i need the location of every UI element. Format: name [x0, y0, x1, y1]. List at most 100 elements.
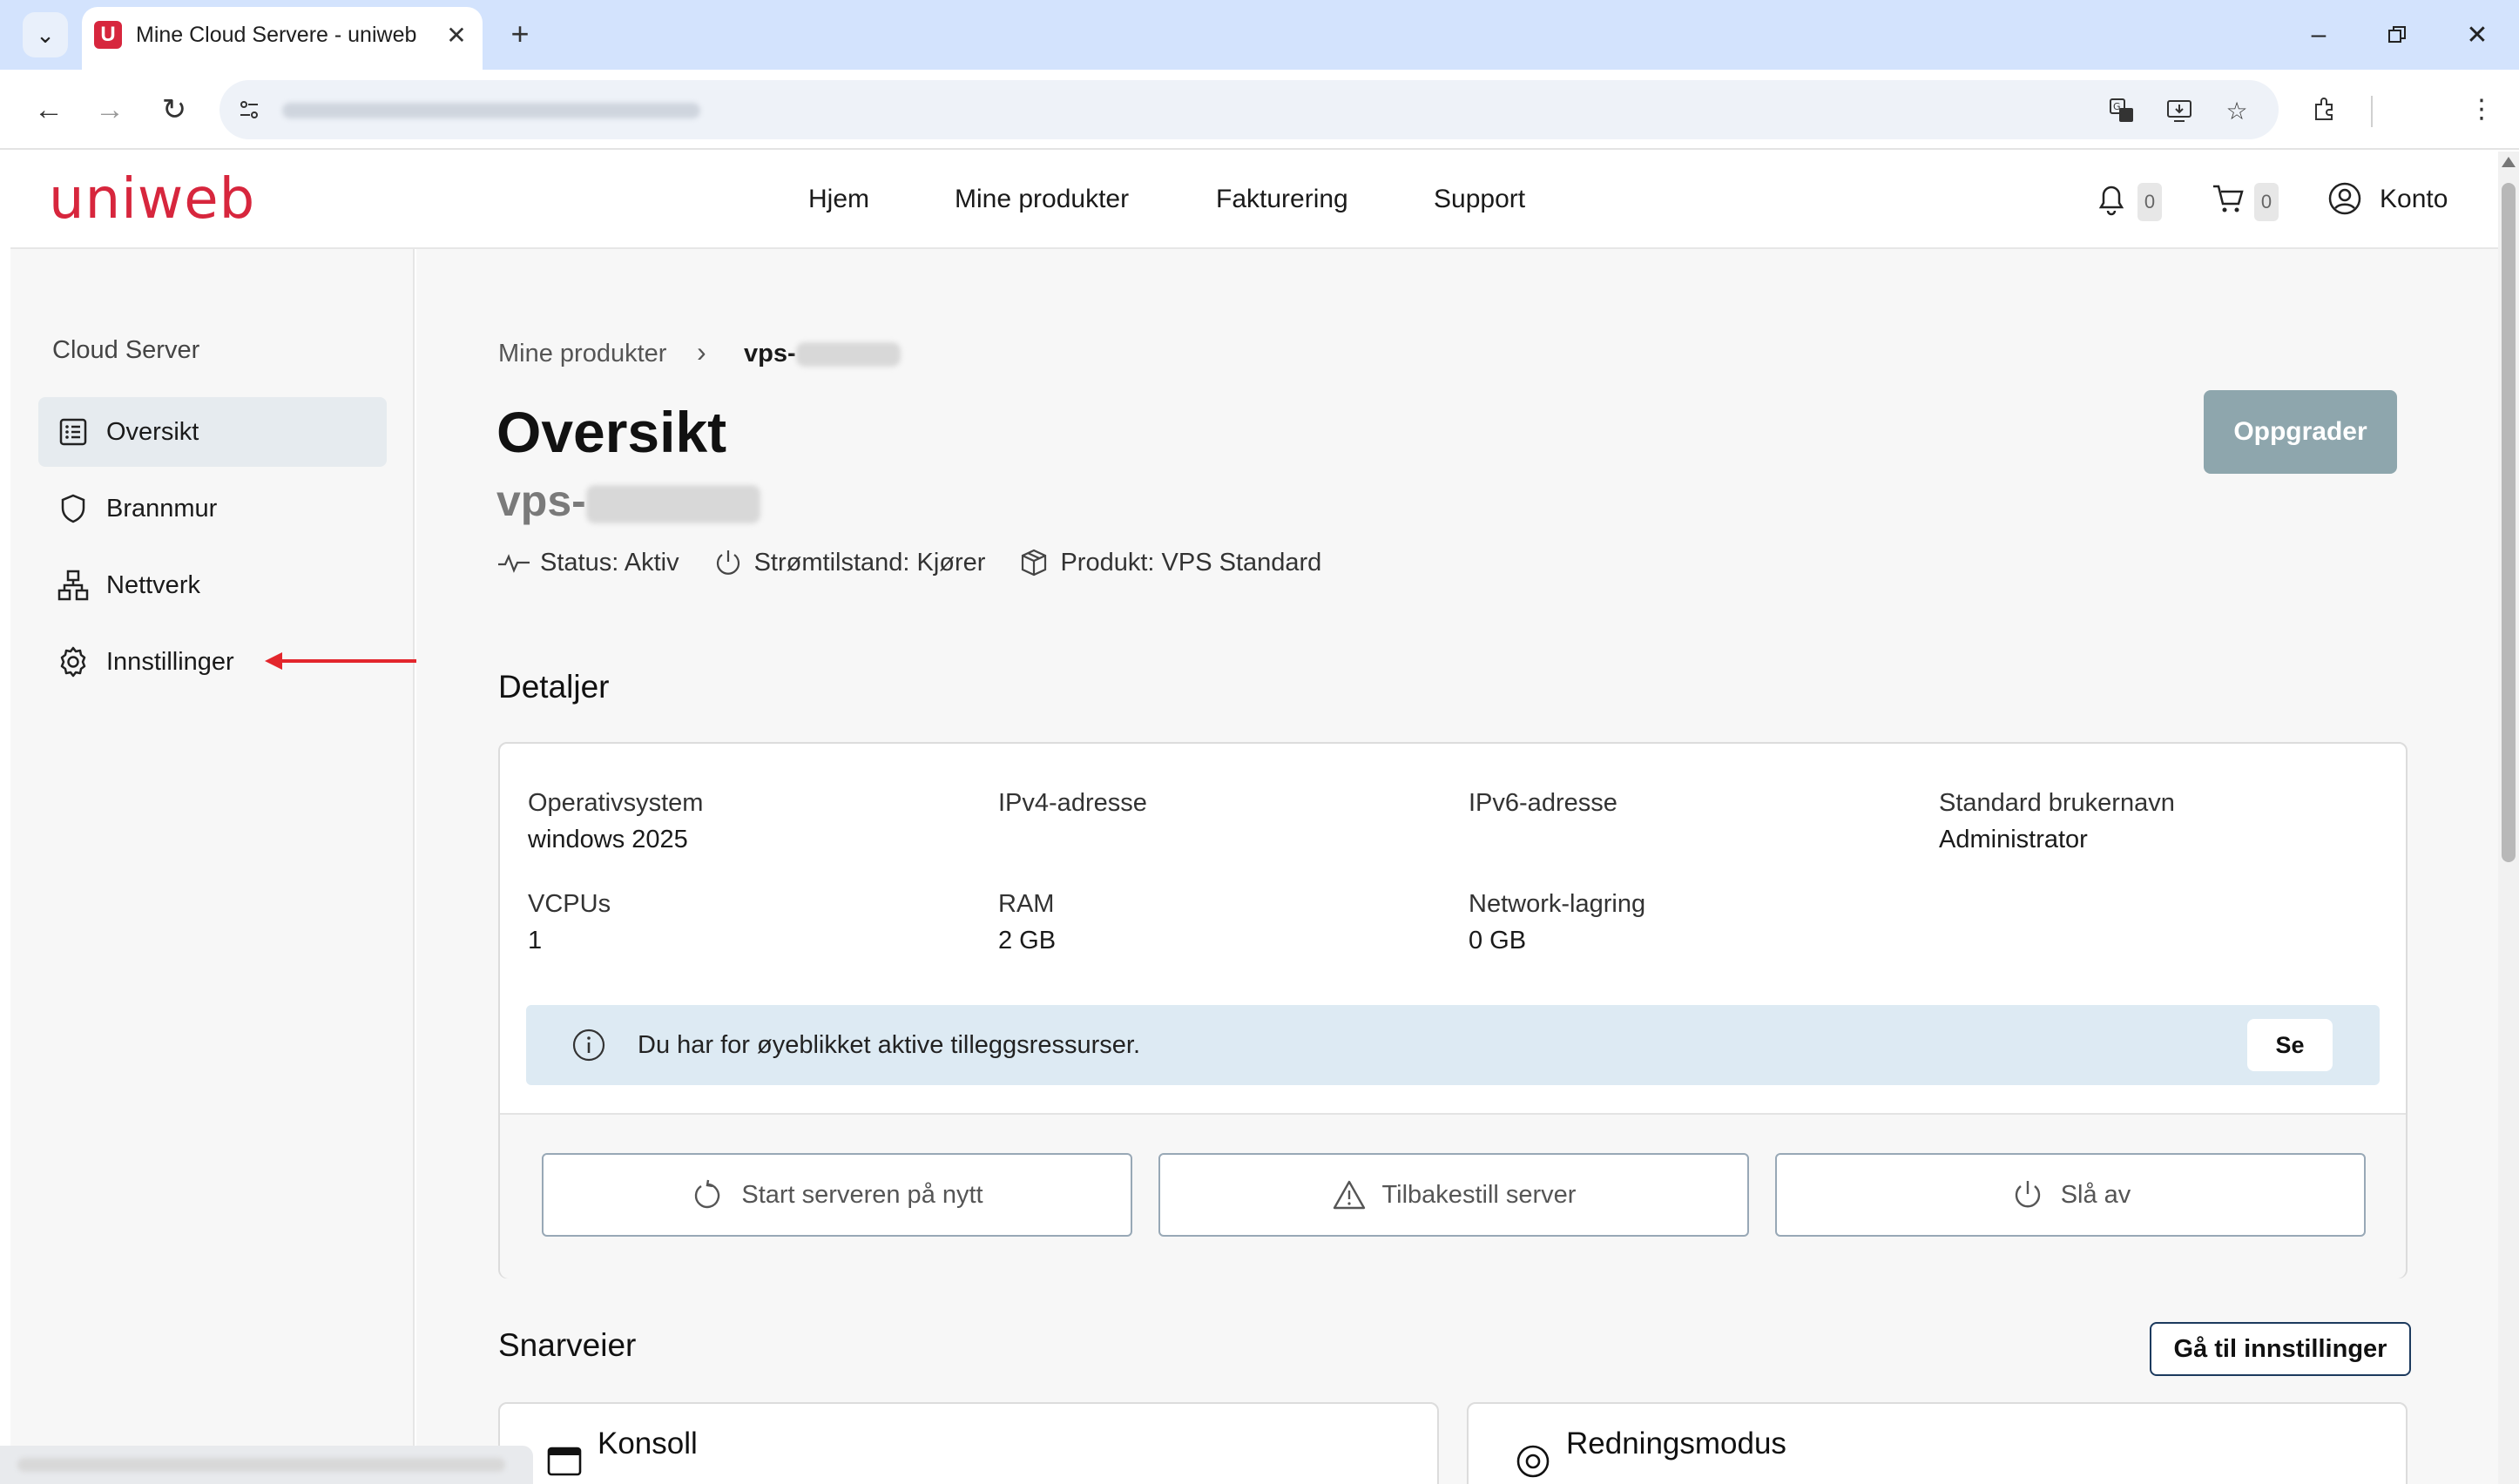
network-icon	[56, 568, 91, 603]
activity-pulse-icon	[496, 545, 531, 580]
status-row: Status: Aktiv Strømtilstand: Kjører Prod…	[496, 545, 1353, 580]
reload-icon[interactable]: ↻	[152, 87, 197, 132]
page-scrollbar[interactable]	[2498, 152, 2519, 1484]
user-circle-icon[interactable]	[2326, 179, 2364, 218]
sidebar-item-label: Oversikt	[106, 417, 199, 446]
shortcut-title: Redningsmodus	[1566, 1427, 1786, 1460]
scroll-thumb[interactable]	[2502, 183, 2516, 862]
extensions-icon[interactable]	[2305, 89, 2345, 129]
server-name-text: vps-	[496, 476, 586, 525]
view-addons-button[interactable]: Se	[2247, 1019, 2333, 1071]
info-banner: Du har for øyeblikket aktive tilleggsres…	[526, 1005, 2380, 1085]
field-value: 1	[528, 927, 543, 954]
sidebar-item-label: Brannmur	[106, 494, 218, 523]
status-text: Status: Aktiv	[540, 548, 679, 577]
field-label: IPv6-adresse	[1469, 789, 1617, 817]
shortcut-card-konsoll[interactable]: Konsoll	[498, 1402, 1439, 1484]
breadcrumb-chevron-icon: ›	[697, 336, 706, 368]
address-bar[interactable]: G ☆	[219, 80, 2279, 139]
new-tab-button[interactable]: +	[502, 16, 538, 52]
notification-count-badge: 0	[2137, 183, 2162, 221]
shortcuts-section-title: Snarveier	[498, 1327, 637, 1363]
browser-toolbar: ← → ↻ G ☆ ⋮	[0, 70, 2519, 150]
bookmark-star-icon[interactable]: ☆	[2219, 94, 2254, 127]
restart-server-label: Start serveren på nytt	[741, 1180, 983, 1209]
tab-search-icon[interactable]: ⌄	[23, 12, 68, 57]
go-to-settings-button[interactable]: Gå til innstillinger	[2150, 1322, 2411, 1376]
power-state-text: Strømtilstand: Kjører	[753, 548, 986, 577]
field-value: 0 GB	[1469, 927, 1527, 954]
breadcrumb-current: vps-	[744, 340, 901, 368]
power-state-item: Strømtilstand: Kjører	[711, 545, 986, 580]
shutdown-label: Slå av	[2060, 1180, 2131, 1209]
page-title: Oversikt	[496, 400, 727, 464]
field-label: VCPUs	[528, 890, 611, 918]
tab-strip: ⌄ U Mine Cloud Servere - uniweb ✕ + – ✕	[0, 0, 2519, 70]
nav-mine-produkter[interactable]: Mine produkter	[955, 185, 1129, 214]
shortcut-card-redningsmodus[interactable]: Redningsmodus	[1467, 1402, 2408, 1484]
field-label: Network-lagring	[1469, 890, 1646, 918]
account-link[interactable]: Konto	[2380, 185, 2448, 214]
sidebar-item-label: Innstillinger	[106, 647, 234, 676]
restart-server-button[interactable]: Start serveren på nytt	[542, 1153, 1132, 1237]
site-settings-icon[interactable]	[233, 94, 265, 125]
sidebar-item-nettverk[interactable]: Nettverk	[38, 550, 387, 620]
annotation-arrow	[277, 659, 422, 663]
sidebar: Cloud Server Oversikt Brannmur Nettverk …	[10, 249, 415, 1484]
close-icon[interactable]: ✕	[441, 19, 472, 51]
nav-hjem[interactable]: Hjem	[808, 185, 869, 214]
status-item: Status: Aktiv	[496, 545, 679, 580]
cart-icon[interactable]	[2209, 179, 2247, 218]
breadcrumb-current-text: vps-	[744, 340, 796, 368]
nav-support[interactable]: Support	[1434, 185, 1525, 214]
browser-tab[interactable]: U Mine Cloud Servere - uniweb ✕	[82, 7, 483, 70]
kebab-menu-icon[interactable]: ⋮	[2462, 89, 2502, 129]
forward-icon[interactable]: →	[87, 87, 132, 132]
svg-text:G: G	[2113, 101, 2121, 112]
nav-fakturering[interactable]: Fakturering	[1216, 185, 1348, 214]
product-item: Produkt: VPS Standard	[1016, 545, 1321, 580]
sidebar-item-brannmur[interactable]: Brannmur	[38, 474, 387, 543]
sidebar-item-label: Nettverk	[106, 570, 200, 599]
redacted-server-id	[795, 342, 901, 368]
field-label: RAM	[998, 890, 1055, 918]
sidebar-item-oversikt[interactable]: Oversikt	[38, 397, 387, 467]
scroll-up-arrow-icon[interactable]	[2502, 157, 2516, 167]
uniweb-logo[interactable]: uniweb	[49, 167, 255, 232]
power-icon	[711, 545, 746, 580]
details-section-title: Detaljer	[498, 669, 610, 705]
browser-window: ⌄ U Mine Cloud Servere - uniweb ✕ + – ✕ …	[0, 0, 2519, 1484]
minimize-icon[interactable]: –	[2300, 17, 2338, 52]
package-box-icon	[1016, 545, 1051, 580]
info-banner-text: Du har for øyeblikket aktive tilleggsres…	[638, 1031, 1140, 1059]
site-header: uniweb Hjem Mine produkter Fakturering S…	[10, 152, 2498, 249]
cart-count-badge: 0	[2254, 183, 2279, 221]
server-name: vps-	[496, 476, 760, 526]
gear-icon	[56, 644, 91, 679]
restore-icon[interactable]	[2378, 17, 2416, 52]
url-text-redacted	[282, 103, 700, 118]
details-card: Operativsystem windows 2025 IPv4-adresse…	[498, 742, 2408, 1278]
toolbar-divider	[2371, 96, 2373, 127]
breadcrumb-parent[interactable]: Mine produkter	[498, 340, 666, 368]
back-icon[interactable]: ←	[26, 87, 71, 132]
link-status-bubble	[0, 1446, 533, 1484]
shortcut-title: Konsoll	[598, 1427, 698, 1460]
restart-icon	[691, 1177, 726, 1212]
warning-triangle-icon	[1332, 1177, 1367, 1212]
reset-server-button[interactable]: Tilbakestill server	[1158, 1153, 1749, 1237]
field-value: 2 GB	[998, 927, 1057, 954]
field-label: Operativsystem	[528, 789, 704, 817]
upgrade-button[interactable]: Oppgrader	[2204, 390, 2397, 474]
shutdown-button[interactable]: Slå av	[1775, 1153, 2366, 1237]
product-text: Produkt: VPS Standard	[1060, 548, 1322, 577]
translate-icon[interactable]: G	[2104, 94, 2139, 127]
lifebuoy-icon	[1514, 1444, 1552, 1479]
sidebar-heading: Cloud Server	[52, 336, 200, 364]
install-app-icon[interactable]	[2162, 94, 2197, 127]
bell-icon[interactable]	[2092, 179, 2131, 218]
info-circle-icon	[570, 1026, 608, 1064]
close-window-icon[interactable]: ✕	[2458, 17, 2496, 52]
reset-server-label: Tilbakestill server	[1381, 1180, 1577, 1209]
field-value: Administrator	[1939, 826, 2088, 853]
